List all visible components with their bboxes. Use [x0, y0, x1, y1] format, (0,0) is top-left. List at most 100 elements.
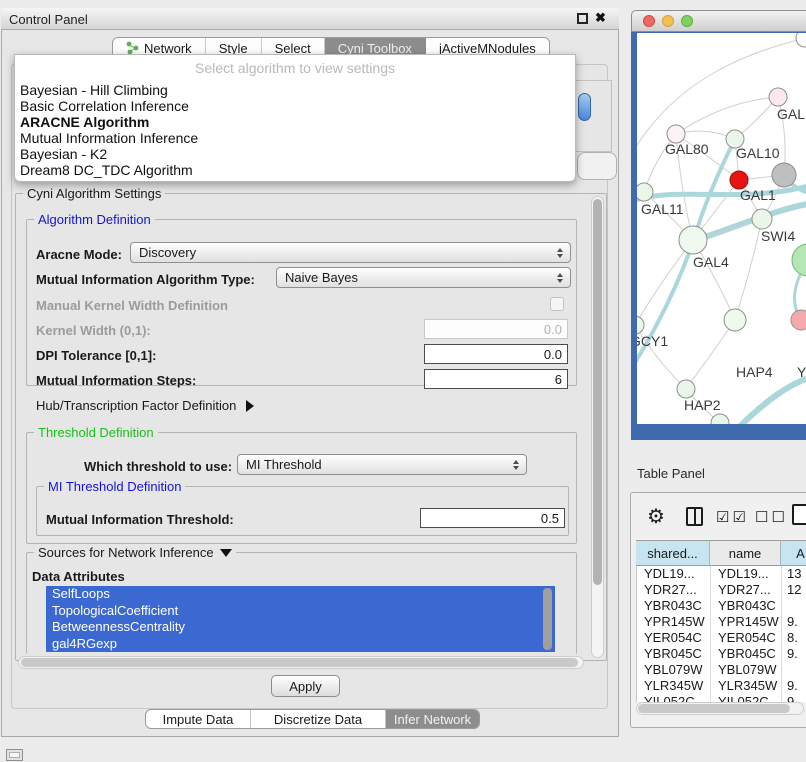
column-header-shared[interactable]: shared...	[636, 540, 710, 566]
network-node[interactable]	[711, 414, 729, 424]
data-attributes-label: Data Attributes	[32, 569, 125, 584]
columns-icon-divider	[694, 509, 696, 524]
which-threshold-select[interactable]: MI Threshold	[237, 454, 527, 475]
close-icon[interactable]: ✖	[595, 10, 606, 26]
algorithm-option[interactable]: Basic Correlation Inference	[15, 98, 575, 114]
tab-infer-network[interactable]: Infer Network	[386, 710, 479, 728]
table-row[interactable]: YIL052CYIL052C9.	[637, 694, 806, 702]
network-canvas[interactable]: GAL GAL80 GAL10 GAL1 GAL11 SWI4 GAL4 GCY…	[637, 33, 806, 424]
expander-down-icon	[220, 549, 232, 557]
manual-kernel-label: Manual Kernel Width Definition	[36, 298, 228, 313]
network-node-hap2[interactable]	[677, 380, 695, 398]
document-icon[interactable]	[792, 504, 806, 525]
aracne-mode-label: Aracne Mode:	[36, 247, 122, 262]
control-panel-title: Control Panel	[9, 12, 88, 27]
dpi-tolerance-field[interactable]: 0.0	[424, 344, 568, 364]
attribute-item[interactable]: TopologicalCoefficient	[46, 603, 555, 620]
node-label: HAP2	[684, 397, 721, 413]
algorithm-definition-title: Algorithm Definition	[34, 212, 155, 227]
node-label: GAL10	[736, 145, 780, 161]
tab-discretize-data[interactable]: Discretize Data	[251, 710, 386, 728]
expander-right-icon	[246, 400, 254, 412]
spinner-icon	[513, 460, 519, 470]
table-body: YDL19...YDL19...13 YDR27...YDR27...12 YB…	[636, 566, 806, 702]
network-window-titlebar[interactable]	[631, 10, 806, 32]
network-node-gray[interactable]	[772, 163, 796, 187]
manual-kernel-checkbox[interactable]	[550, 297, 564, 311]
mi-threshold-field[interactable]: 0.5	[420, 508, 565, 528]
algorithm-option[interactable]: Mutual Information Inference	[15, 130, 575, 146]
aracne-mode-select[interactable]: Discovery	[130, 242, 571, 263]
node-label: GAL11	[641, 201, 684, 217]
apply-button[interactable]: Apply	[271, 675, 340, 697]
columns-icon[interactable]	[686, 507, 703, 526]
table-row[interactable]: YBR045CYBR045C9.	[637, 646, 806, 662]
network-node-gal4[interactable]	[679, 226, 707, 254]
table-row[interactable]: YDL19...YDL19...13	[637, 566, 806, 582]
data-attributes-list: SelfLoops TopologicalCoefficient Between…	[46, 586, 555, 652]
algorithm-select-placeholder[interactable]: Select algorithm to view settings	[15, 55, 575, 82]
mi-steps-label: Mutual Information Steps:	[36, 373, 196, 388]
deselect-all-icon[interactable]: ☐☐	[755, 508, 788, 526]
node-label: GAL80	[665, 141, 709, 157]
kernel-width-label: Kernel Width (0,1):	[36, 323, 151, 338]
table-row[interactable]: YBR043CYBR043C	[637, 598, 806, 614]
network-node-bright-green[interactable]	[792, 244, 806, 276]
algorithm-option[interactable]: Dream8 DC_TDC Algorithm	[15, 162, 575, 178]
settings-scrollbar-thumb[interactable]	[593, 199, 602, 585]
node-label: GAL4	[693, 254, 729, 270]
settings-hscrollbar-thumb[interactable]	[21, 658, 578, 667]
table-row[interactable]: YLR345WYLR345W9.	[637, 678, 806, 694]
table-row[interactable]: YER054CYER054C8.	[637, 630, 806, 646]
cyni-algorithm-settings-title: Cyni Algorithm Settings	[23, 186, 165, 201]
attribute-item[interactable]: SelfLoops	[46, 586, 555, 603]
attribute-item[interactable]: gal4RGexp	[46, 636, 555, 653]
algorithm-option-aracne[interactable]: ARACNE Algorithm	[15, 114, 575, 130]
network-node-salmon[interactable]	[791, 310, 806, 330]
table-row[interactable]: YDR27...YDR27...12	[637, 582, 806, 598]
dpi-tolerance-label: DPI Tolerance [0,1]:	[36, 348, 156, 363]
attribute-item[interactable]: BetweennessCentrality	[46, 619, 555, 636]
sources-expander[interactable]: Sources for Network Inference	[34, 545, 236, 560]
attribute-list-scrollbar[interactable]	[543, 588, 552, 650]
network-node-swi4[interactable]	[752, 209, 772, 229]
network-node-gcy1[interactable]	[637, 316, 644, 334]
window-zoom-button[interactable]	[681, 15, 693, 27]
mi-threshold-label: Mutual Information Threshold:	[46, 512, 234, 527]
network-node-gal11[interactable]	[637, 183, 653, 201]
hidden-button-fragment	[577, 152, 617, 180]
select-all-checks-icon[interactable]: ☑☑	[716, 508, 749, 526]
mi-type-select[interactable]: Naive Bayes	[276, 267, 571, 288]
algorithm-option[interactable]: Bayesian - Hill Climbing	[15, 82, 575, 98]
algorithm-option[interactable]: Bayesian - K2	[15, 146, 575, 162]
network-node-gal7[interactable]	[769, 88, 787, 106]
which-threshold-label: Which threshold to use:	[84, 459, 232, 474]
gear-icon[interactable]: ⚙	[647, 504, 665, 529]
threshold-definition-title: Threshold Definition	[34, 425, 158, 440]
window-minimize-button[interactable]	[662, 15, 674, 27]
tab-impute-data[interactable]: Impute Data	[146, 710, 251, 728]
spinner-icon	[557, 248, 563, 258]
algorithm-select-popup: Select algorithm to view settings Bayesi…	[14, 54, 576, 182]
float-window-icon[interactable]	[577, 13, 588, 24]
hidden-combo-spinner	[578, 93, 591, 121]
window-close-button[interactable]	[643, 15, 655, 27]
mi-steps-field[interactable]: 6	[424, 369, 568, 389]
network-node-hap4[interactable]	[724, 309, 746, 331]
column-header-a[interactable]: A	[781, 540, 806, 566]
node-label: HAP4	[736, 364, 773, 380]
dock-panel-icon-inner	[9, 752, 20, 758]
node-label: GAL1	[740, 187, 776, 203]
table-row[interactable]: YBL079WYBL079W	[637, 662, 806, 678]
table-hscrollbar-thumb[interactable]	[638, 704, 790, 713]
hub-tf-expander[interactable]: Hub/Transcription Factor Definition	[36, 398, 254, 413]
hub-tf-label: Hub/Transcription Factor Definition	[36, 398, 236, 413]
network-node[interactable]	[796, 33, 806, 47]
node-label: Y	[797, 364, 806, 380]
column-header-name[interactable]: name	[710, 540, 781, 566]
network-icon	[126, 41, 139, 55]
kernel-width-field[interactable]: 0.0	[424, 319, 568, 339]
hidden-groupbox-fragment	[571, 80, 612, 152]
table-row[interactable]: YPR145WYPR145W9.	[637, 614, 806, 630]
node-label: GAL	[777, 106, 805, 122]
